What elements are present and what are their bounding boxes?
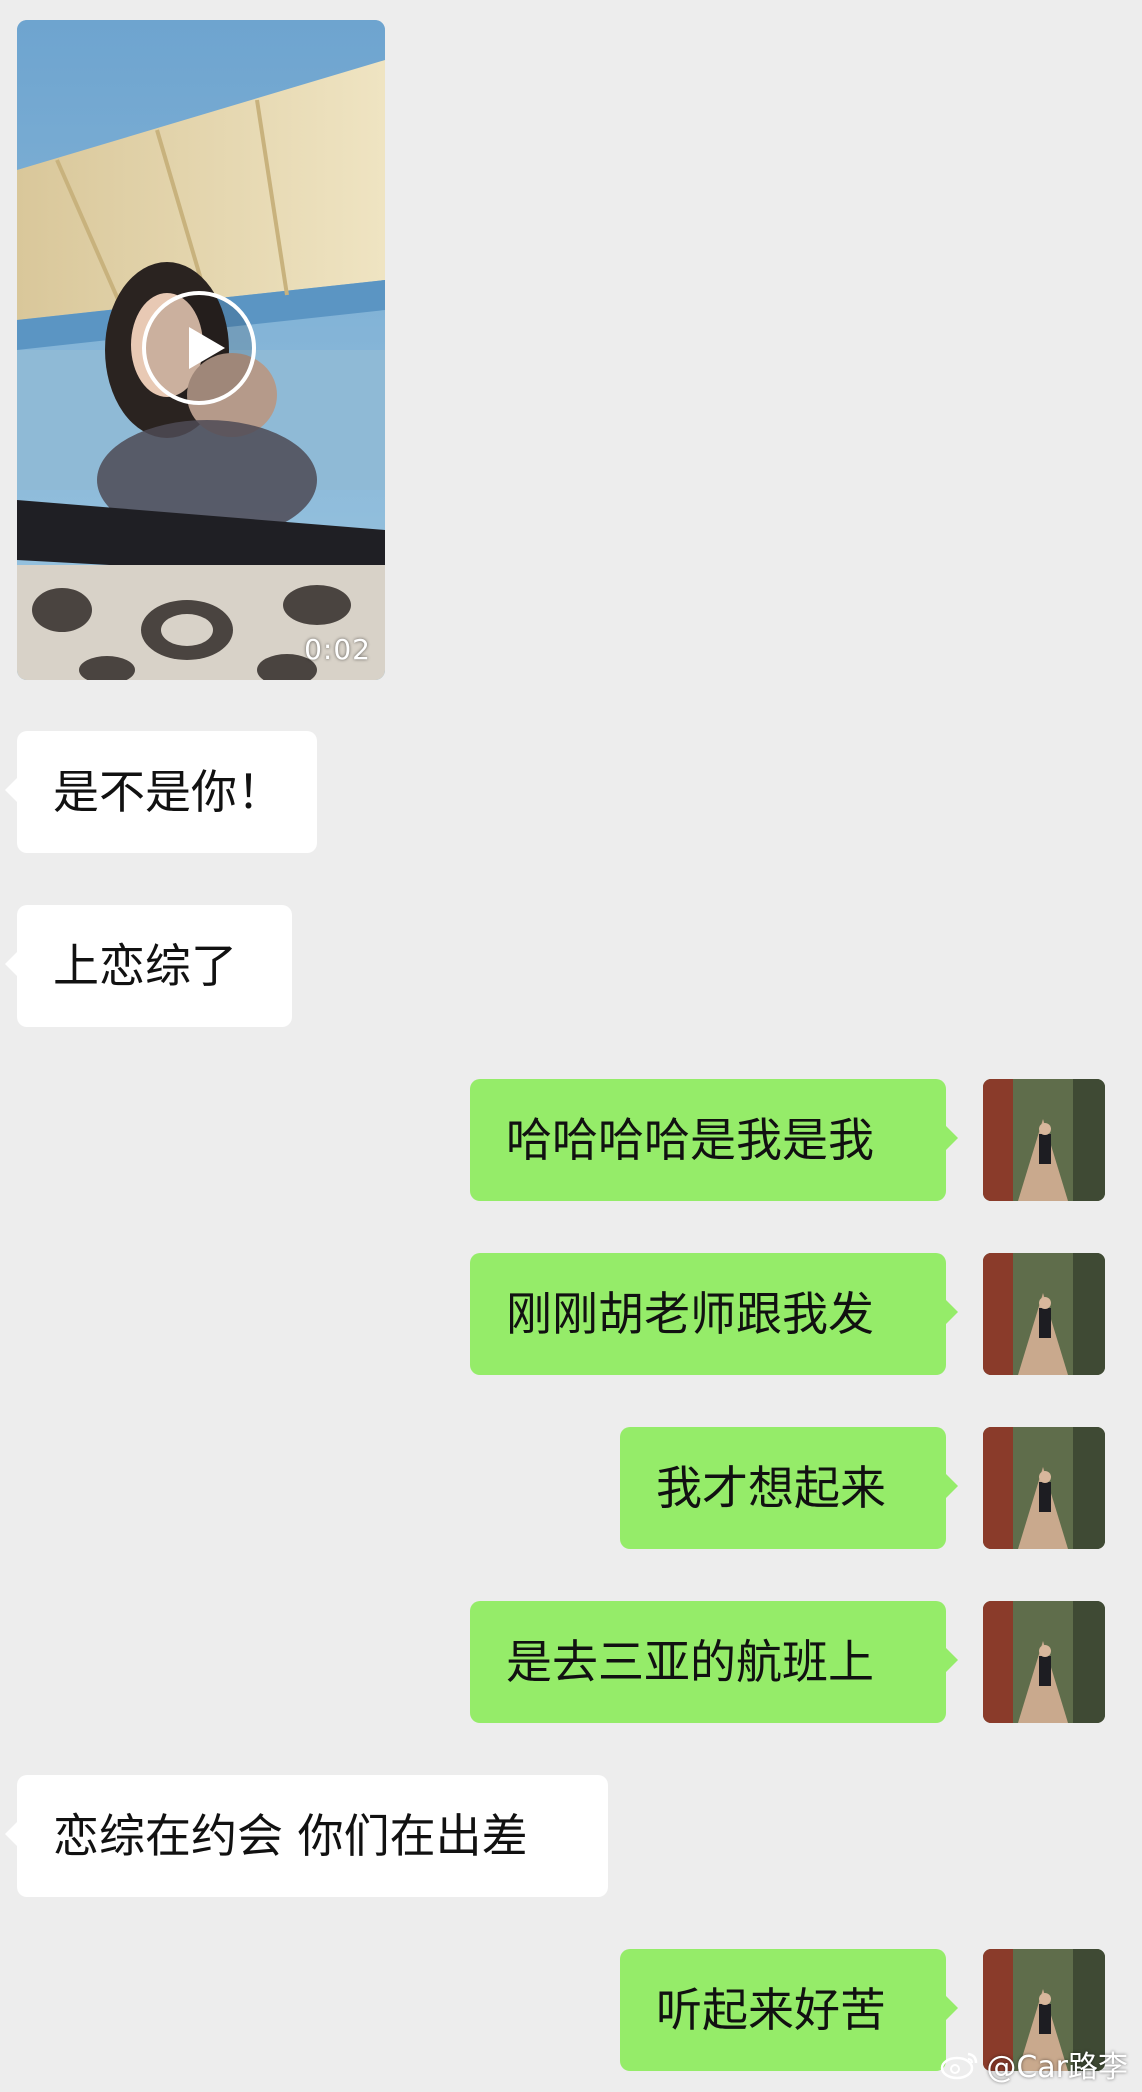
chat-window: 0:02 是不是你！ 上恋综了 哈哈哈哈是我是我 刚刚胡老师跟我发 我才想起来 xyxy=(0,0,1142,2092)
avatar-photo xyxy=(983,1601,1105,1723)
message-bubble-incoming[interactable]: 上恋综了 xyxy=(5,905,292,1027)
video-message[interactable]: 0:02 xyxy=(17,20,385,680)
message-bubble-outgoing[interactable]: 刚刚胡老师跟我发 xyxy=(470,1253,958,1375)
avatar-photo xyxy=(983,1253,1105,1375)
avatar[interactable] xyxy=(983,1427,1105,1549)
avatar[interactable] xyxy=(983,1079,1105,1201)
watermark: @Car路李 xyxy=(940,2042,1128,2086)
message-bubble-outgoing[interactable]: 哈哈哈哈是我是我 xyxy=(470,1079,958,1201)
avatar-photo xyxy=(983,1427,1105,1549)
play-icon xyxy=(189,327,225,369)
weibo-icon xyxy=(941,2052,978,2080)
avatar[interactable] xyxy=(983,1601,1105,1723)
message-bubble-outgoing[interactable]: 听起来好苦 xyxy=(620,1949,958,2071)
message-bubble-incoming[interactable]: 恋综在约会 你们在出差 xyxy=(5,1775,608,1897)
message-bubble-outgoing[interactable]: 是去三亚的航班上 xyxy=(470,1601,958,1723)
message-bubble-incoming[interactable]: 是不是你！ xyxy=(5,731,317,853)
avatar[interactable] xyxy=(983,1253,1105,1375)
play-button[interactable] xyxy=(142,291,256,405)
message-bubble-outgoing[interactable]: 我才想起来 xyxy=(620,1427,958,1549)
avatar-photo xyxy=(983,1079,1105,1201)
video-duration: 0:02 xyxy=(304,633,371,666)
watermark-text: @Car路李 xyxy=(986,2050,1128,2085)
